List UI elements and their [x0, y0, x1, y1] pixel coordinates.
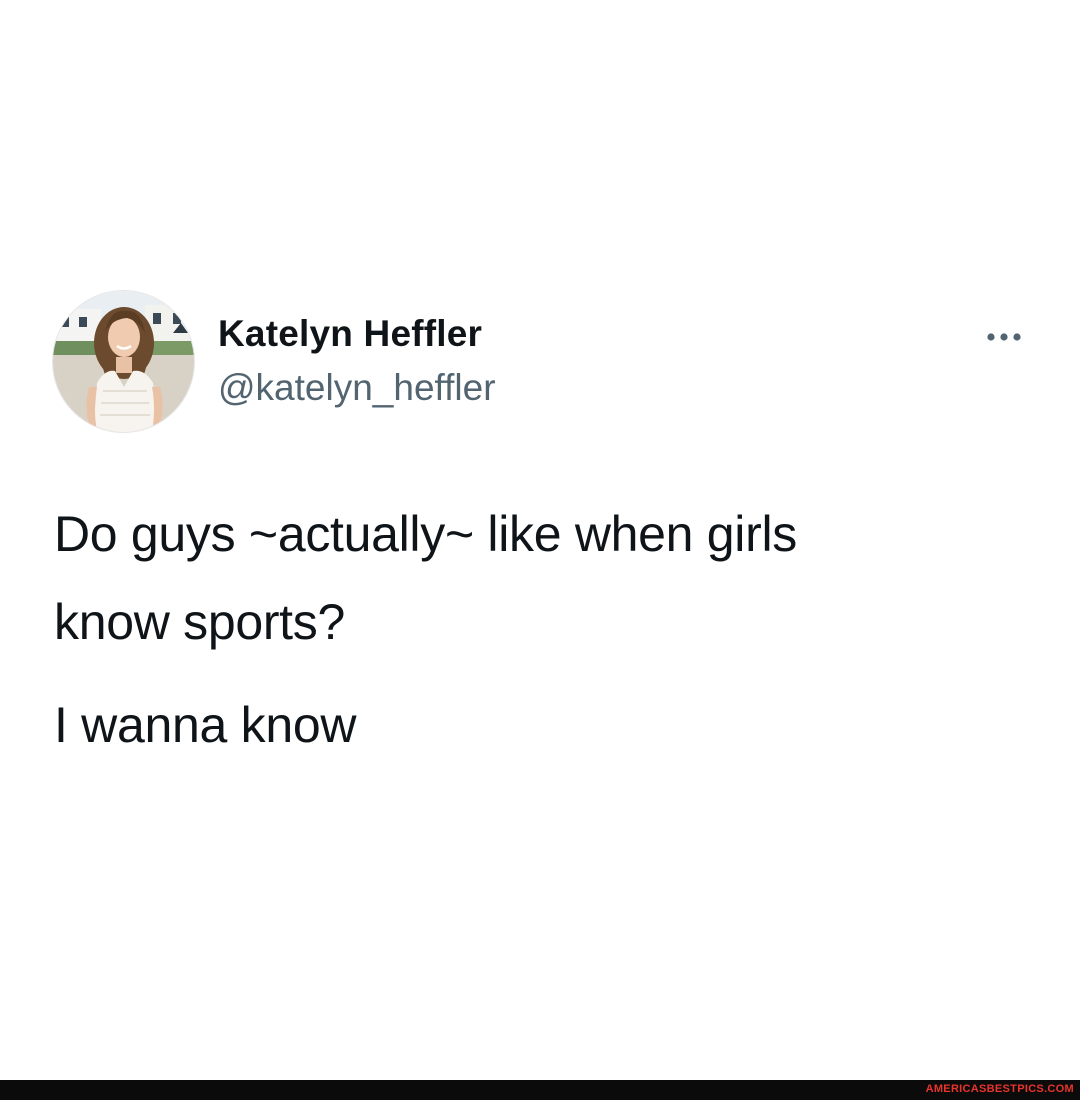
more-options-button[interactable]: [980, 322, 1028, 352]
tweet-text-line: Do guys ~actually~ like when girls: [54, 506, 797, 562]
more-horizontal-icon: [987, 333, 1021, 341]
profile-photo: [53, 291, 194, 432]
author-handle[interactable]: @katelyn_heffler: [218, 367, 496, 409]
author-display-name[interactable]: Katelyn Heffler: [218, 313, 482, 355]
avatar[interactable]: [52, 290, 195, 433]
tweet-text-line: I wanna know: [54, 697, 357, 753]
tweet-text-line: know sports?: [54, 594, 345, 650]
tweet-card: Katelyn Heffler @katelyn_heffler Do guys…: [0, 0, 1080, 1080]
watermark-text: AMERICASBESTPICS.COM: [925, 1083, 1074, 1095]
watermark-bar: AMERICASBESTPICS.COM: [0, 1080, 1080, 1100]
